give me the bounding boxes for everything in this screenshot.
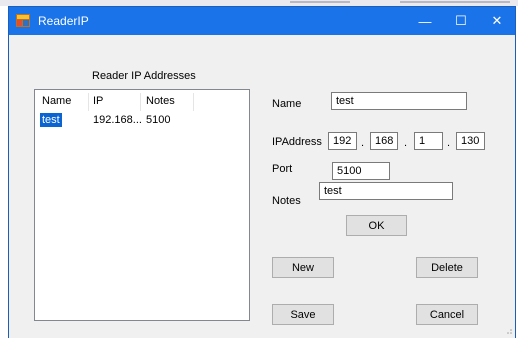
ip-octet-1-field[interactable] bbox=[328, 132, 357, 150]
list-item-ip: 192.168... bbox=[93, 114, 142, 126]
close-button[interactable]: ✕ bbox=[479, 7, 515, 35]
ip-octet-3-field[interactable] bbox=[414, 132, 443, 150]
notes-field[interactable] bbox=[319, 182, 453, 200]
minimize-button[interactable]: — bbox=[407, 7, 443, 35]
column-separator[interactable] bbox=[193, 93, 194, 111]
ip-separator: . bbox=[404, 137, 408, 149]
ok-button[interactable]: OK bbox=[346, 215, 407, 236]
reader-ip-list[interactable]: Name IP Notes test 192.168... 5100 bbox=[34, 89, 250, 321]
ip-separator: . bbox=[447, 137, 451, 149]
column-header-ip[interactable]: IP bbox=[93, 95, 103, 107]
column-separator[interactable] bbox=[140, 93, 141, 111]
readerip-window: ReaderIP — ☐ ✕ Reader IP Addresses Name … bbox=[8, 6, 516, 338]
column-separator[interactable] bbox=[88, 93, 89, 111]
resize-grip-icon[interactable] bbox=[503, 325, 513, 335]
cancel-button[interactable]: Cancel bbox=[416, 304, 478, 325]
ip-octet-2-field[interactable] bbox=[370, 132, 398, 150]
list-item[interactable]: test 192.168... 5100 bbox=[35, 112, 249, 128]
new-button[interactable]: New bbox=[272, 257, 334, 278]
name-field[interactable] bbox=[331, 92, 467, 110]
list-item-name: test bbox=[40, 113, 62, 127]
ip-separator: . bbox=[361, 137, 365, 149]
list-item-notes: 5100 bbox=[146, 114, 171, 126]
column-header-name[interactable]: Name bbox=[42, 95, 71, 107]
title-bar[interactable]: ReaderIP — ☐ ✕ bbox=[9, 7, 515, 35]
notes-label: Notes bbox=[272, 195, 301, 207]
column-header-notes[interactable]: Notes bbox=[146, 95, 175, 107]
list-heading: Reader IP Addresses bbox=[92, 70, 196, 82]
maximize-button[interactable]: ☐ bbox=[443, 7, 479, 35]
save-button[interactable]: Save bbox=[272, 304, 334, 325]
delete-button[interactable]: Delete bbox=[416, 257, 478, 278]
ip-octet-4-field[interactable] bbox=[456, 132, 485, 150]
name-label: Name bbox=[272, 98, 302, 110]
port-label: Port bbox=[272, 163, 293, 175]
window-title: ReaderIP bbox=[38, 14, 89, 28]
app-icon bbox=[16, 14, 30, 27]
ip-address-label: IPAddress bbox=[272, 136, 322, 148]
port-field[interactable] bbox=[332, 162, 390, 180]
